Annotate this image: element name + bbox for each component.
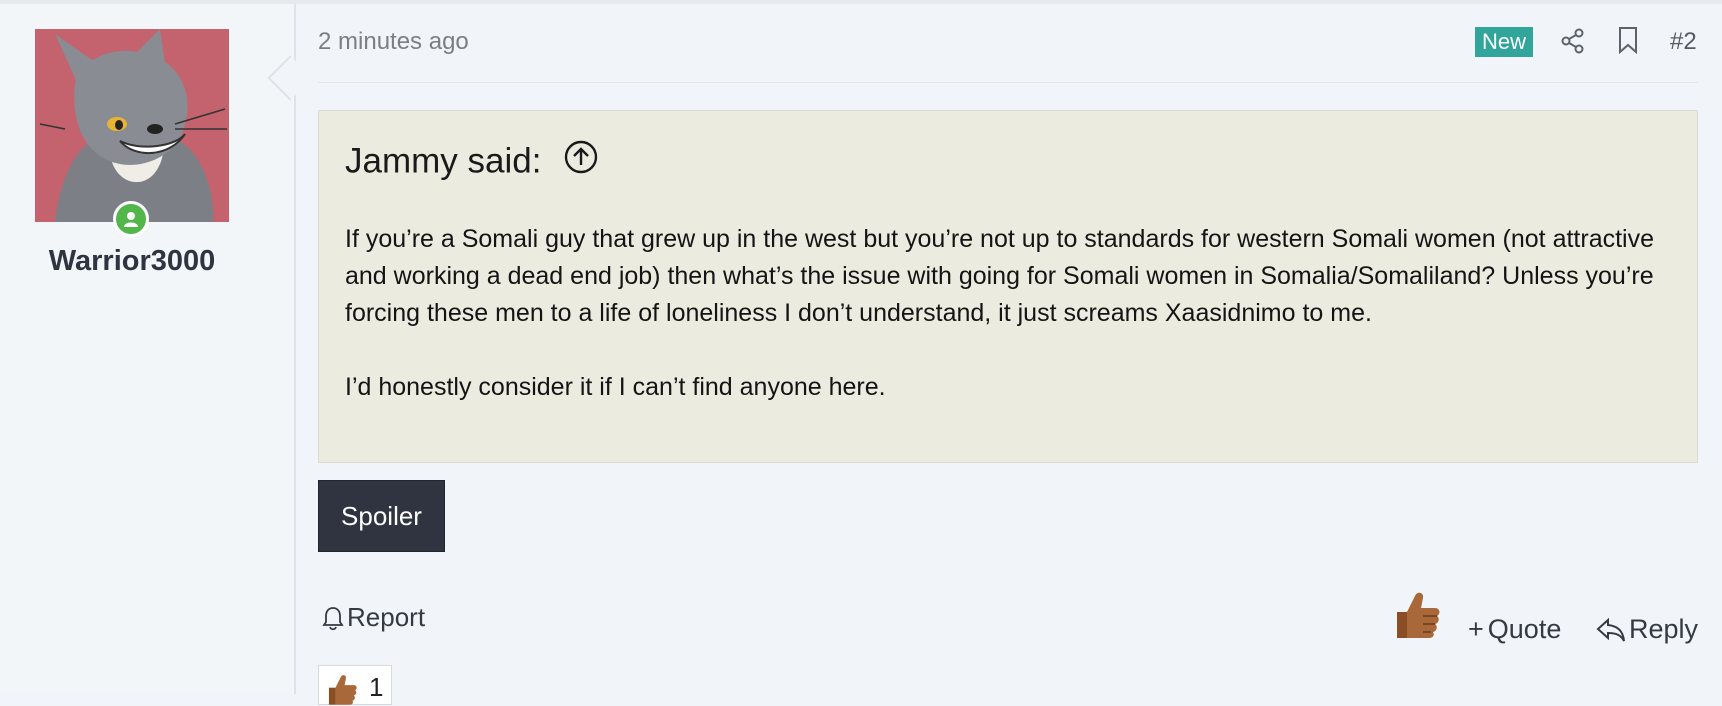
- quote-action[interactable]: + Quote: [1468, 614, 1561, 645]
- like-button[interactable]: [1393, 588, 1441, 645]
- reply-label: Reply: [1629, 614, 1699, 644]
- quote-block: Jammy said: If you’re a Somali guy that …: [318, 110, 1698, 463]
- reply-icon: [1596, 617, 1625, 641]
- reaction-thumbs-up-icon: [328, 675, 357, 705]
- bookmark-icon[interactable]: [1616, 26, 1640, 59]
- quote-attribution: Jammy said:: [345, 139, 599, 184]
- report-link[interactable]: Report: [322, 602, 425, 633]
- report-label: Report: [347, 602, 426, 632]
- reaction-count: 1: [369, 672, 384, 702]
- online-status-icon: [113, 201, 149, 237]
- reply-action[interactable]: Reply: [1596, 614, 1698, 645]
- post-number-link[interactable]: #2: [1670, 28, 1697, 56]
- jump-to-quote-icon[interactable]: [563, 139, 599, 184]
- post-timestamp[interactable]: 2 minutes ago: [318, 28, 469, 56]
- quote-paragraph: I’d honestly consider it if I can’t find…: [345, 373, 886, 401]
- quote-action-label: Quote: [1487, 614, 1562, 644]
- reactions-bar[interactable]: 1: [318, 665, 392, 705]
- spoiler-button[interactable]: Spoiler: [318, 480, 445, 552]
- quote-author-label: Jammy said:: [345, 141, 542, 181]
- post-header: 2 minutes ago New #2: [318, 20, 1698, 83]
- quote-paragraph: If you’re a Somali guy that grew up in t…: [345, 225, 1654, 327]
- quote-body: If you’re a Somali guy that grew up in t…: [345, 221, 1675, 443]
- user-sidebar: Warrior3000: [0, 4, 296, 694]
- avatar-image: [35, 29, 229, 222]
- username[interactable]: Warrior3000: [0, 245, 264, 278]
- share-icon[interactable]: [1560, 28, 1586, 59]
- bell-icon: [322, 606, 344, 630]
- avatar[interactable]: [35, 29, 229, 222]
- new-badge: New: [1475, 27, 1534, 57]
- plus-icon: +: [1468, 614, 1484, 644]
- thumbs-up-icon: [1397, 592, 1440, 638]
